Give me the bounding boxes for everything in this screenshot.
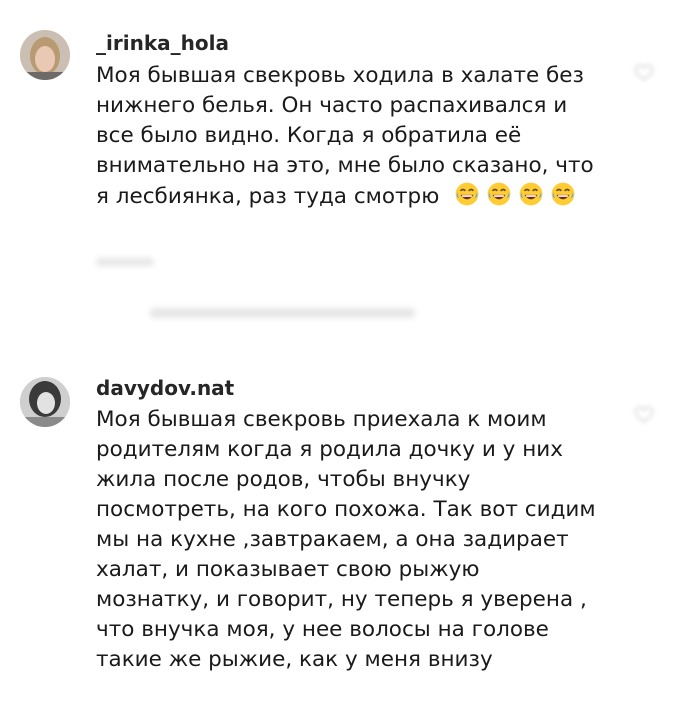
username[interactable]: davydov.nat xyxy=(96,376,234,400)
comment-body: Моя бывшая свекровь приехала к моим роди… xyxy=(96,407,596,672)
heart-icon[interactable] xyxy=(634,404,654,424)
comment-2: davydov.nat Моя бывшая свекровь приехала… xyxy=(0,0,700,704)
avatar[interactable] xyxy=(20,377,70,427)
comment-text: Моя бывшая свекровь приехала к моим роди… xyxy=(96,405,596,675)
